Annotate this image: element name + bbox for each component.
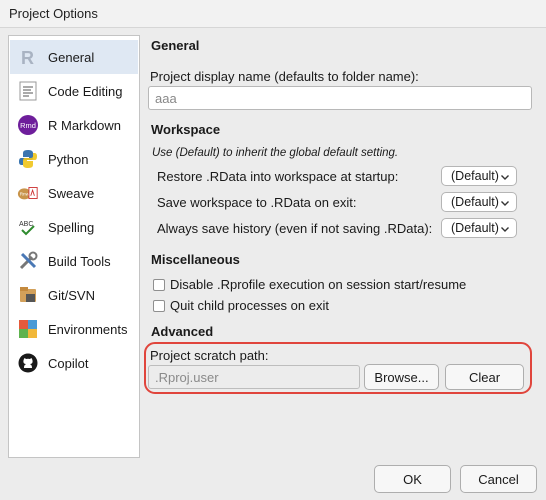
build-tools-icon: [17, 250, 39, 272]
environments-icon: [17, 318, 39, 340]
code-editing-icon: [17, 80, 39, 102]
advanced-section-title: Advanced: [151, 324, 214, 339]
save-history-label: Always save history (even if not saving …: [157, 221, 433, 236]
scratch-path-input[interactable]: .Rproj.user: [148, 365, 360, 389]
sidebar-item-general[interactable]: R General: [10, 40, 138, 74]
sweave-icon: Rnw: [17, 182, 39, 204]
spelling-icon: ABC: [17, 216, 39, 238]
sidebar-item-label: Code Editing: [48, 83, 123, 99]
sidebar-item-sweave[interactable]: Rnw Sweave: [10, 176, 138, 210]
workspace-note: Use (Default) to inherit the global defa…: [152, 147, 399, 159]
restore-rdata-label: Restore .RData into workspace at startup…: [157, 169, 399, 184]
sidebar-item-spelling[interactable]: ABC Spelling: [10, 210, 138, 244]
sidebar-item-label: Sweave: [48, 185, 95, 201]
svg-text:R: R: [21, 48, 34, 67]
save-workspace-label: Save workspace to .RData on exit:: [157, 195, 357, 210]
sidebar-item-label: Build Tools: [48, 253, 111, 269]
sidebar-item-label: Git/SVN: [48, 287, 95, 303]
chevron-down-icon: [500, 223, 510, 237]
display-name-input[interactable]: aaa: [148, 86, 532, 110]
sidebar-item-label: Python: [48, 151, 89, 167]
sidebar-item-label: Spelling: [48, 219, 95, 235]
scratch-path-label: Project scratch path:: [150, 348, 269, 363]
quit-child-checkbox[interactable]: [153, 299, 165, 312]
sidebar-item-code-editing[interactable]: Code Editing: [10, 74, 138, 108]
sidebar-item-copilot[interactable]: Copilot: [10, 346, 138, 380]
disable-rprofile-option[interactable]: Disable .Rprofile execution on session s…: [153, 277, 466, 292]
sidebar: R General Code Editing Rmd R Markdown Py…: [8, 35, 140, 458]
quit-child-option[interactable]: Quit child processes on exit: [153, 298, 329, 313]
rmd-icon: Rmd: [17, 114, 39, 136]
chevron-down-icon: [500, 171, 510, 185]
sidebar-item-label: Environments: [48, 321, 128, 337]
restore-rdata-select[interactable]: (Default): [441, 166, 517, 186]
sidebar-item-environments[interactable]: Environments: [10, 312, 138, 346]
cancel-button[interactable]: Cancel: [460, 465, 537, 493]
sidebar-item-label: Copilot: [48, 355, 89, 371]
chevron-down-icon: [500, 197, 510, 211]
disable-rprofile-checkbox[interactable]: [153, 278, 165, 291]
python-icon: [17, 148, 39, 170]
quit-child-label: Quit child processes on exit: [170, 298, 329, 313]
ok-button[interactable]: OK: [374, 465, 451, 493]
misc-section-title: Miscellaneous: [151, 252, 240, 267]
title-bar: Project Options: [0, 0, 546, 28]
display-name-label: Project display name (defaults to folder…: [150, 69, 419, 84]
sidebar-item-r-markdown[interactable]: Rmd R Markdown: [10, 108, 138, 142]
github-icon: [17, 352, 39, 374]
general-section-title: General: [151, 38, 200, 53]
svg-text:Rnw: Rnw: [20, 192, 30, 197]
svg-text:ABC: ABC: [19, 221, 33, 228]
git-icon: [17, 284, 39, 306]
sidebar-item-label: General: [48, 49, 95, 65]
save-workspace-select[interactable]: (Default): [441, 192, 517, 212]
sidebar-item-label: R Markdown: [48, 117, 121, 133]
svg-text:Rmd: Rmd: [20, 121, 36, 130]
save-workspace-value: (Default): [451, 195, 499, 209]
sidebar-item-python[interactable]: Python: [10, 142, 138, 176]
sidebar-item-git-svn[interactable]: Git/SVN: [10, 278, 138, 312]
sidebar-item-build-tools[interactable]: Build Tools: [10, 244, 138, 278]
workspace-section-title: Workspace: [151, 122, 221, 137]
disable-rprofile-label: Disable .Rprofile execution on session s…: [170, 277, 467, 292]
r-icon: R: [17, 46, 39, 68]
browse-button[interactable]: Browse...: [364, 364, 439, 390]
save-history-value: (Default): [451, 221, 499, 235]
save-history-select[interactable]: (Default): [441, 218, 517, 238]
clear-button[interactable]: Clear: [445, 364, 524, 390]
restore-rdata-value: (Default): [451, 169, 499, 183]
window-title: Project Options: [9, 6, 98, 21]
